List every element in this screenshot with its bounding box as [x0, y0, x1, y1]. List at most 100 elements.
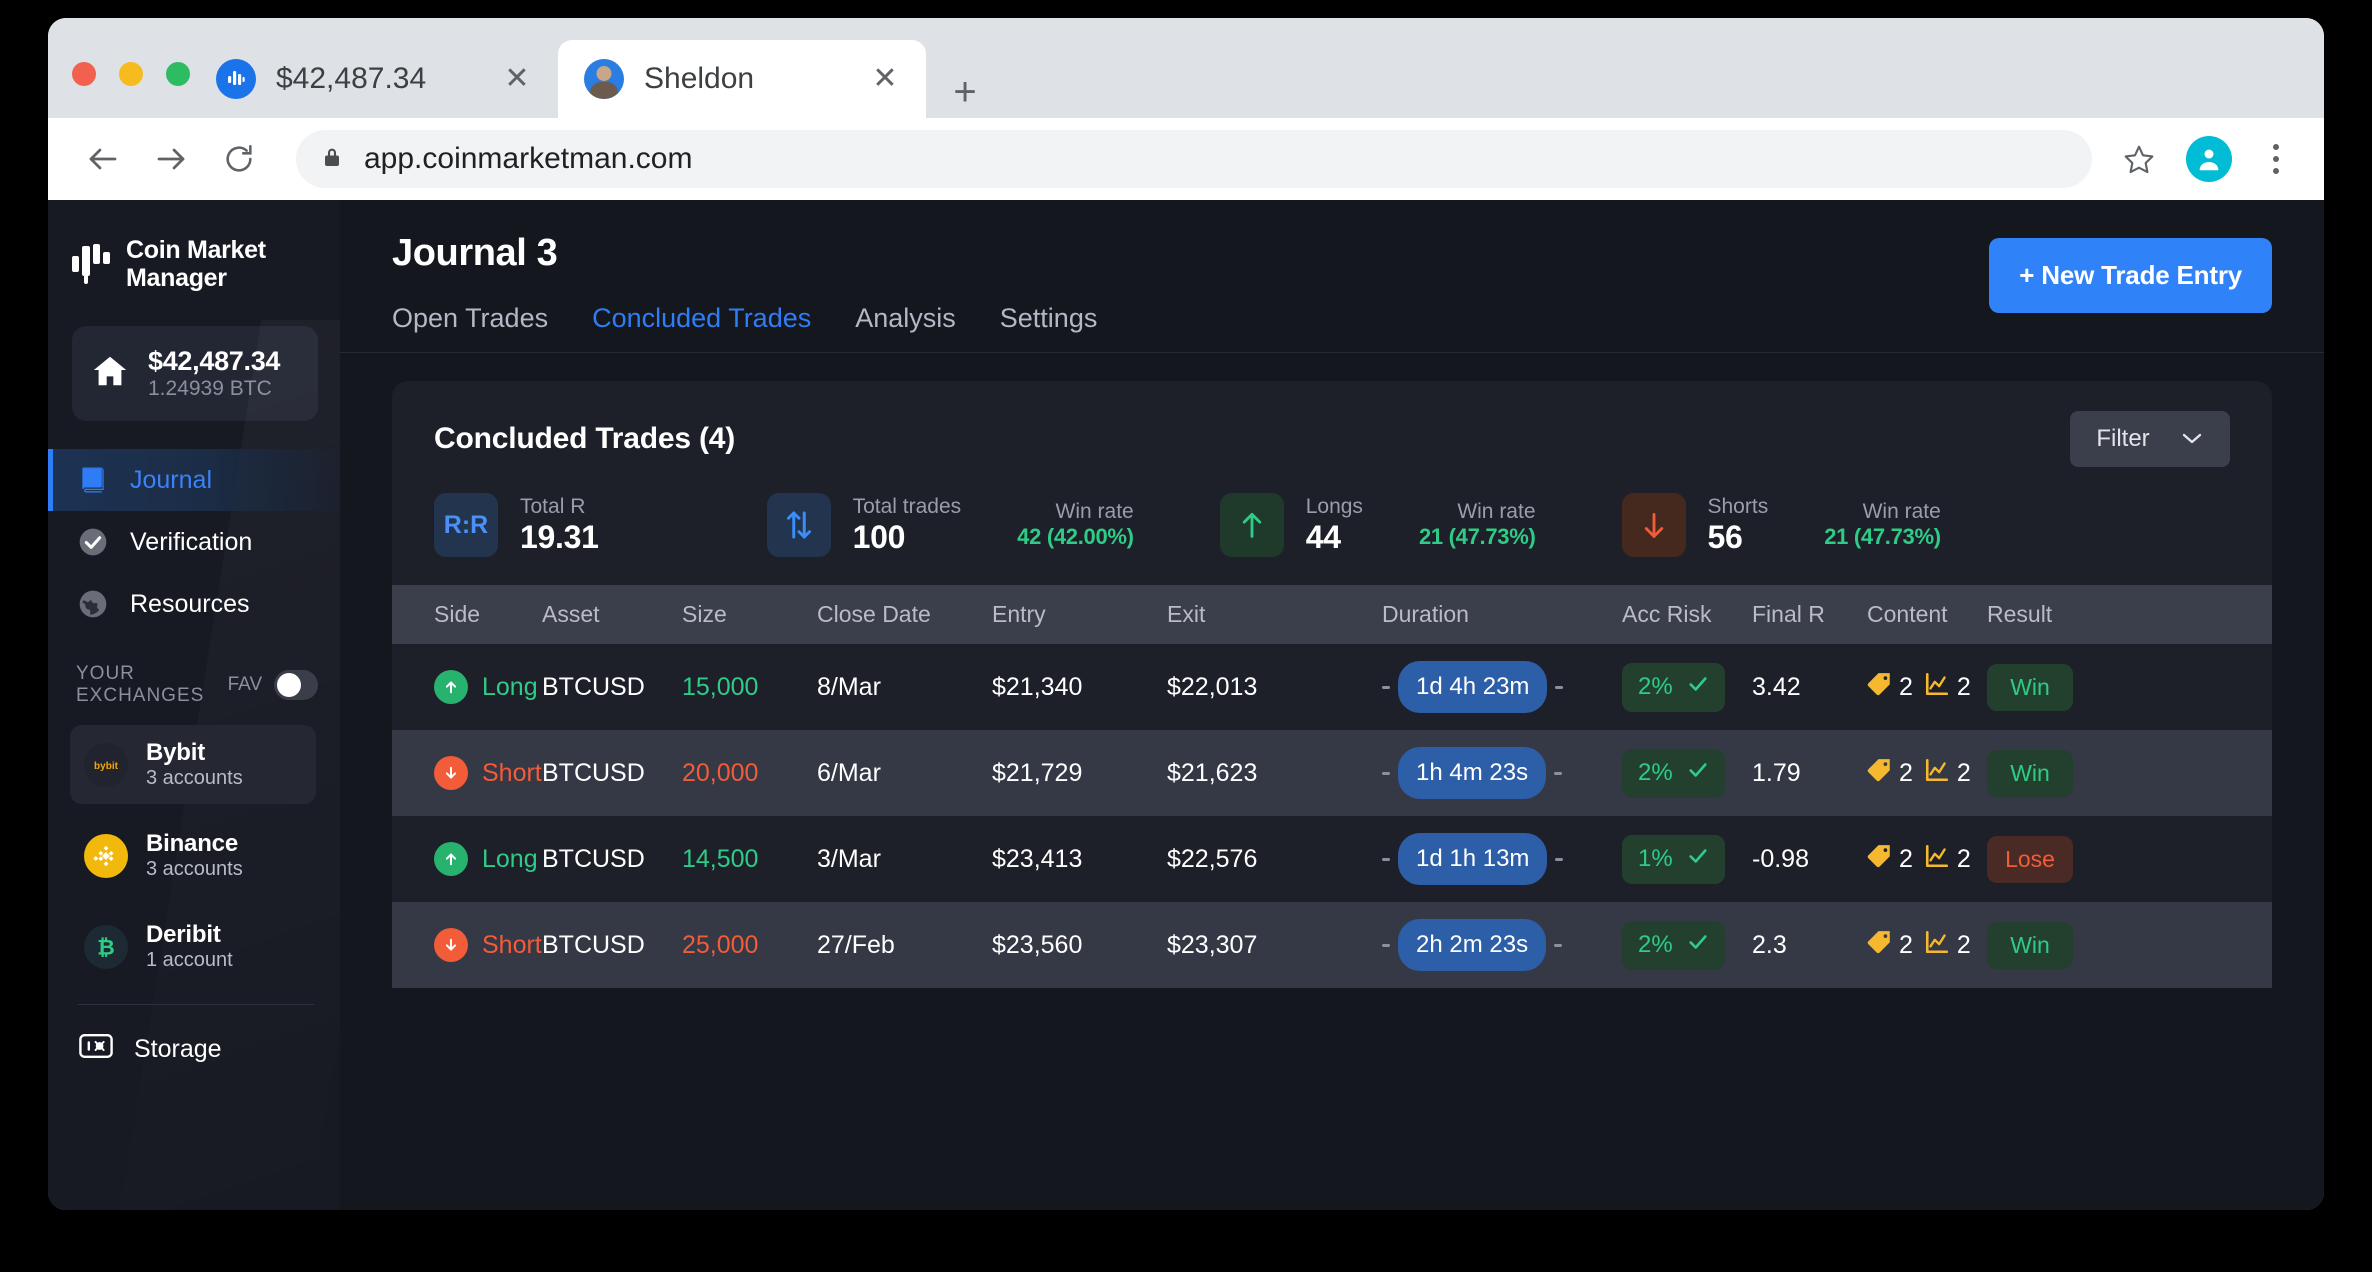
- cell-exit: $22,013: [1167, 672, 1258, 701]
- cell-asset: BTCUSD: [542, 844, 645, 873]
- cell-entry: $23,560: [992, 930, 1083, 959]
- back-icon[interactable]: [74, 130, 132, 188]
- cell-duration: 1d 4h 23m: [1382, 644, 1622, 730]
- cell-close-date: 6/Mar: [817, 758, 881, 787]
- cell-side: Long: [392, 816, 542, 902]
- cell-size: 14,500: [682, 844, 759, 873]
- forward-icon[interactable]: [142, 130, 200, 188]
- column-side[interactable]: Side: [392, 585, 542, 644]
- minimize-window-button[interactable]: [119, 62, 143, 86]
- sidebar-item-verification[interactable]: Verification: [48, 511, 340, 573]
- exchange-item-deribit[interactable]: ₿ Deribit 1 account: [70, 907, 316, 986]
- stat-winrate: Win rate 21 (47.73%): [1824, 500, 1941, 550]
- table-row[interactable]: Long BTCUSD 15,000 8/Mar $21,340 $22,013…: [392, 644, 2272, 730]
- exchanges-list: bybit Bybit 3 accounts Binance 3 account…: [48, 725, 340, 986]
- tab-settings[interactable]: Settings: [1000, 303, 1098, 352]
- cell-result: Win: [1987, 644, 2272, 730]
- stat-winrate: Win rate 42 (42.00%): [1017, 500, 1134, 550]
- exchange-name: Bybit: [146, 739, 206, 766]
- cell-size: 20,000: [682, 758, 759, 787]
- table-row[interactable]: Short BTCUSD 20,000 6/Mar $21,729 $21,62…: [392, 730, 2272, 816]
- brand-logo[interactable]: Coin Market Manager: [48, 200, 340, 292]
- stat-longs: Longs 44 Win rate 21 (47.73%): [1219, 493, 1536, 557]
- account-balance-card[interactable]: $42,487.34 1.24939 BTC: [72, 326, 318, 421]
- balance-crypto: 1.24939 BTC: [148, 377, 272, 400]
- coinmarketmanager-icon: [216, 59, 256, 99]
- exchange-item-text: Bybit 3 accounts: [146, 739, 243, 790]
- close-window-button[interactable]: [72, 62, 96, 86]
- stat-total-trades: Total trades 100 Win rate 42 (42.00%): [766, 493, 1134, 557]
- cell-side: Long: [392, 644, 542, 730]
- reload-icon[interactable]: [210, 130, 268, 188]
- close-tab-button[interactable]: ✕: [498, 60, 536, 98]
- filter-dropdown[interactable]: Filter: [2070, 411, 2230, 467]
- column-asset[interactable]: Asset: [542, 585, 682, 644]
- cell-final-r: -0.98: [1752, 844, 1809, 873]
- sidebar-item-journal[interactable]: Journal: [48, 449, 340, 511]
- table-header: Side Asset Size Close Date Entry Exit Du…: [392, 585, 2272, 644]
- table-row[interactable]: Long BTCUSD 14,500 3/Mar $23,413 $22,576…: [392, 816, 2272, 902]
- side-label: Short: [482, 758, 542, 787]
- exchange-item-binance[interactable]: Binance 3 accounts: [70, 816, 316, 895]
- browser-toolbar: app.coinmarketman.com: [48, 118, 2324, 200]
- acc-risk-pill: 2%: [1622, 920, 1725, 970]
- bybit-icon: bybit: [84, 742, 128, 787]
- browser-tab-1[interactable]: $42,487.34 ✕: [190, 40, 558, 118]
- column-entry[interactable]: Entry: [992, 585, 1167, 644]
- column-exit[interactable]: Exit: [1167, 585, 1382, 644]
- charts-count: 2: [1956, 930, 1971, 959]
- maximize-window-button[interactable]: [166, 62, 190, 86]
- check-circle-icon: [76, 525, 110, 559]
- tab-analysis[interactable]: Analysis: [855, 303, 956, 352]
- exchange-item-text: Binance 3 accounts: [146, 830, 243, 881]
- cell-entry: $23,413: [992, 844, 1083, 873]
- column-duration[interactable]: Duration: [1382, 585, 1622, 644]
- column-result[interactable]: Result: [1987, 585, 2272, 644]
- tab-concluded-trades[interactable]: Concluded Trades: [592, 303, 811, 352]
- kebab-menu-icon[interactable]: [2254, 134, 2298, 184]
- stat-label: Total trades: [852, 494, 962, 518]
- stat-value: 56: [1707, 518, 1743, 555]
- arrow-up-icon: [434, 842, 468, 876]
- sidebar-item-storage[interactable]: Storage: [48, 1005, 340, 1068]
- table-row[interactable]: Short BTCUSD 25,000 27/Feb $23,560 $23,3…: [392, 902, 2272, 988]
- fav-toggle[interactable]: [274, 670, 318, 700]
- new-tab-button[interactable]: +: [943, 70, 987, 114]
- cell-asset: BTCUSD: [542, 672, 645, 701]
- cell-size: 25,000: [682, 930, 759, 959]
- chart-icon: [1923, 757, 1951, 790]
- tag-icon: [1867, 843, 1893, 876]
- deribit-icon: ₿: [84, 924, 128, 969]
- stat-value: 100: [852, 518, 906, 555]
- notes-count: 2: [1899, 672, 1913, 701]
- stat-value: 44: [1305, 518, 1341, 555]
- window-traffic-lights: [72, 62, 190, 86]
- lock-icon: [320, 145, 344, 174]
- address-bar[interactable]: app.coinmarketman.com: [296, 130, 2092, 188]
- stat-label: Shorts: [1707, 494, 1769, 518]
- cell-content: 2 2: [1867, 730, 1987, 816]
- browser-tab-2[interactable]: Sheldon ✕: [558, 40, 926, 118]
- cell-asset: BTCUSD: [542, 930, 645, 959]
- close-tab-button[interactable]: ✕: [866, 60, 904, 98]
- tab-open-trades[interactable]: Open Trades: [392, 303, 548, 352]
- winrate-value: 21 (47.73%): [1418, 524, 1536, 549]
- column-close-date[interactable]: Close Date: [817, 585, 992, 644]
- duration-dash-right: [1555, 685, 1564, 689]
- column-final-r[interactable]: Final R: [1752, 585, 1867, 644]
- column-acc-risk[interactable]: Acc Risk: [1622, 585, 1752, 644]
- sidebar-item-resources[interactable]: Resources: [48, 573, 340, 635]
- cell-final-r: 2.3: [1752, 930, 1787, 959]
- exchange-item-bybit[interactable]: bybit Bybit 3 accounts: [70, 725, 316, 804]
- candlestick-logo-icon: [72, 244, 110, 284]
- duration-dash-left: [1382, 685, 1390, 689]
- bookmark-star-icon[interactable]: [2114, 134, 2164, 184]
- concluded-trades-table: Side Asset Size Close Date Entry Exit Du…: [392, 585, 2272, 988]
- column-size[interactable]: Size: [682, 585, 817, 644]
- tab-title: $42,487.34: [276, 62, 427, 95]
- column-content[interactable]: Content: [1867, 585, 1987, 644]
- duration-pill: 1h 4m 23s: [1398, 747, 1547, 799]
- profile-avatar[interactable]: [2186, 136, 2232, 182]
- check-icon: [1687, 845, 1709, 874]
- new-trade-entry-button[interactable]: + New Trade Entry: [1989, 238, 2272, 313]
